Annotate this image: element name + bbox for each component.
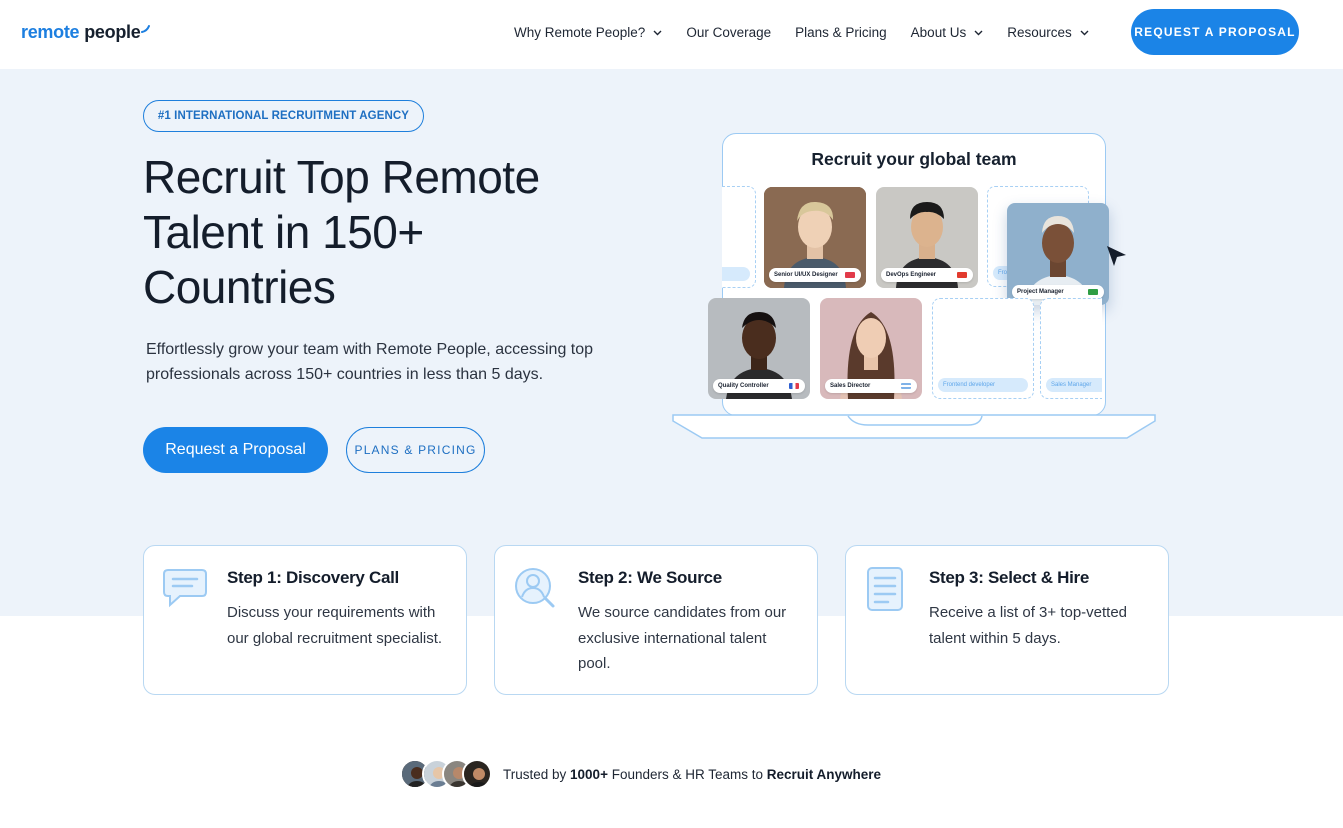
trust-count: 1000+ <box>570 766 608 782</box>
role-tag: Senior UI/UX Designer <box>769 268 861 282</box>
menu-item-about-us[interactable]: About Us <box>911 25 984 40</box>
role-label: Sales Manager <box>1051 382 1092 388</box>
document-list-icon <box>867 567 903 611</box>
menu-label: Our Coverage <box>686 25 772 40</box>
role-tag: Sales Director <box>825 379 917 393</box>
candidate-card: Sales Director <box>820 298 922 399</box>
main-menu: Why Remote People? Our Coverage Plans & … <box>514 25 1113 40</box>
trust-prefix: Trusted by <box>503 766 571 782</box>
empty-candidate-slot: Sales Manager <box>1040 298 1102 399</box>
role-tag: Project Manager <box>1012 285 1104 299</box>
candidate-card: Senior UI/UX Designer <box>764 187 866 288</box>
trust-text: Trusted by 1000+ Founders & HR Teams to … <box>503 767 881 782</box>
step-title: Step 2: We Source <box>578 568 722 587</box>
role-label: Quality Controller <box>718 383 769 389</box>
step-title: Step 1: Discovery Call <box>227 568 399 587</box>
illustration-title: Recruit your global team <box>811 149 1017 169</box>
trust-middle: Founders & HR Teams to <box>607 766 767 782</box>
candidate-card-partial-left <box>722 186 756 288</box>
step-card-select-hire: Step 3: Select & Hire Receive a list of … <box>845 545 1169 695</box>
menu-label: Why Remote People? <box>514 25 646 40</box>
chevron-down-icon <box>653 30 662 35</box>
remote-people-logo[interactable]: remote people <box>21 22 151 43</box>
cursor-arrow-icon <box>1107 246 1126 266</box>
menu-item-resources[interactable]: Resources <box>1007 25 1089 40</box>
role-label: Project Manager <box>1017 289 1064 295</box>
role-label: Senior UI/UX Designer <box>774 272 838 278</box>
flag-icon <box>1088 289 1098 295</box>
menu-label: Resources <box>1007 25 1072 40</box>
flag-icon <box>789 383 799 389</box>
menu-label: Plans & Pricing <box>795 25 887 40</box>
flag-icon <box>957 272 967 278</box>
candidate-card-featured: Project Manager <box>1007 203 1109 305</box>
role-tag: DevOps Engineer <box>881 268 973 282</box>
user-search-icon <box>515 568 555 608</box>
candidate-card: DevOps Engineer <box>876 187 978 288</box>
hero-lead: Effortlessly grow your team with Remote … <box>146 341 594 383</box>
role-label: DevOps Engineer <box>886 272 937 278</box>
step-description: We source candidates from our exclusive … <box>578 604 787 672</box>
trust-emphasis: Recruit Anywhere <box>766 766 882 782</box>
role-tag: Sales Manager <box>1046 378 1102 392</box>
chevron-down-icon <box>1080 30 1089 35</box>
flag-icon <box>845 272 855 278</box>
step-card-we-source: Step 2: We Source We source candidates f… <box>494 545 818 695</box>
menu-label: About Us <box>910 25 967 40</box>
flag-icon <box>901 383 911 389</box>
step-title: Step 3: Select & Hire <box>929 568 1089 587</box>
menu-item-why-remote-people[interactable]: Why Remote People? <box>514 25 662 40</box>
laptop-base <box>672 414 1156 439</box>
menu-item-our-coverage[interactable]: Our Coverage <box>686 25 771 40</box>
hero-title: Recruit Top Remote Talent in 150+ Countr… <box>143 151 540 313</box>
agency-badge: #1 INTERNATIONAL RECRUITMENT AGENCY <box>143 100 424 132</box>
menu-item-plans-pricing[interactable]: Plans & Pricing <box>795 25 887 40</box>
logo-text-remote: remote <box>21 22 80 42</box>
step-card-discovery-call: Step 1: Discovery Call Discuss your requ… <box>143 545 467 695</box>
chat-bubble-icon <box>163 569 207 608</box>
empty-candidate-slot: Frontend developer <box>932 298 1034 399</box>
candidate-card: Quality Controller <box>708 298 810 399</box>
trust-bar: Trusted by 1000+ Founders & HR Teams to … <box>400 757 881 791</box>
logo-text-people: people <box>84 22 141 42</box>
role-tag: Frontend developer <box>938 378 1028 392</box>
top-navigation: remote people Why Remote People? Our Cov… <box>0 0 1343 69</box>
avatar <box>462 759 492 789</box>
role-tag: Quality Controller <box>713 379 805 393</box>
request-proposal-button[interactable]: Request a Proposal <box>143 427 328 473</box>
step-description: Receive a list of 3+ top-vetted talent w… <box>929 604 1128 647</box>
plans-pricing-button[interactable]: PLANS & PRICING <box>346 427 485 473</box>
role-label: Frontend developer <box>943 382 996 388</box>
logo-swoosh-icon <box>141 24 151 33</box>
avatar-group <box>400 757 495 791</box>
role-label: Fro <box>998 270 1007 276</box>
role-label: Sales Director <box>830 383 871 389</box>
request-proposal-nav-button[interactable]: REQUEST A PROPOSAL <box>1131 9 1299 55</box>
step-description: Discuss your requirements with our globa… <box>227 604 443 647</box>
chevron-down-icon <box>974 30 983 35</box>
